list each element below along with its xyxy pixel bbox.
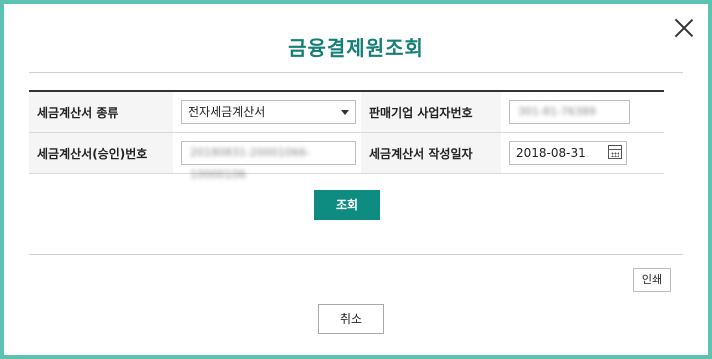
- invoice-type-selected: 전자세금계산서: [188, 105, 266, 119]
- dropdown-arrow-icon: [341, 110, 349, 115]
- dialog-title: 금융결제원조회: [288, 36, 424, 60]
- invoice-type-cell: 전자세금계산서: [173, 91, 361, 133]
- approval-no-cell: 20180831-20001066-10000106: [173, 132, 361, 181]
- approval-no-input[interactable]: 20180831-20001066-10000106: [181, 141, 356, 181]
- cancel-button[interactable]: 취소: [318, 304, 384, 334]
- invoice-type-select[interactable]: 전자세금계산서: [181, 100, 356, 124]
- search-button[interactable]: 조회: [314, 190, 380, 220]
- print-button[interactable]: 인쇄: [633, 268, 671, 292]
- seller-biz-no-value: 301-81-76389: [518, 105, 596, 118]
- calendar-icon[interactable]: [608, 145, 622, 159]
- divider-top: [29, 72, 683, 73]
- seller-biz-no-input[interactable]: 301-81-76389: [509, 100, 630, 124]
- issue-date-cell: 2018-08-31: [501, 132, 664, 174]
- invoice-type-label: 세금계산서 종류: [29, 91, 173, 133]
- issue-date-input[interactable]: 2018-08-31: [509, 141, 627, 165]
- form-row-2: 세금계산서(승인)번호 20180831-20001066-10000106 세…: [29, 132, 664, 181]
- divider-bottom: [29, 254, 683, 255]
- issue-date-label: 세금계산서 작성일자: [361, 132, 501, 174]
- issue-date-value: 2018-08-31: [516, 146, 586, 160]
- dialog-frame: 금융결제원조회 세금계산서 종류 전자세금계산서 판매기업 사업자번호 301-…: [0, 0, 712, 359]
- seller-biz-no-cell: 301-81-76389: [501, 91, 664, 133]
- form-row-1: 세금계산서 종류 전자세금계산서 판매기업 사업자번호 301-81-76389: [29, 91, 664, 133]
- search-form-table: 세금계산서 종류 전자세금계산서 판매기업 사업자번호 301-81-76389…: [29, 90, 664, 181]
- approval-no-value: 20180831-20001066-10000106: [190, 146, 310, 181]
- seller-biz-no-label: 판매기업 사업자번호: [361, 91, 501, 133]
- approval-no-label: 세금계산서(승인)번호: [29, 132, 173, 174]
